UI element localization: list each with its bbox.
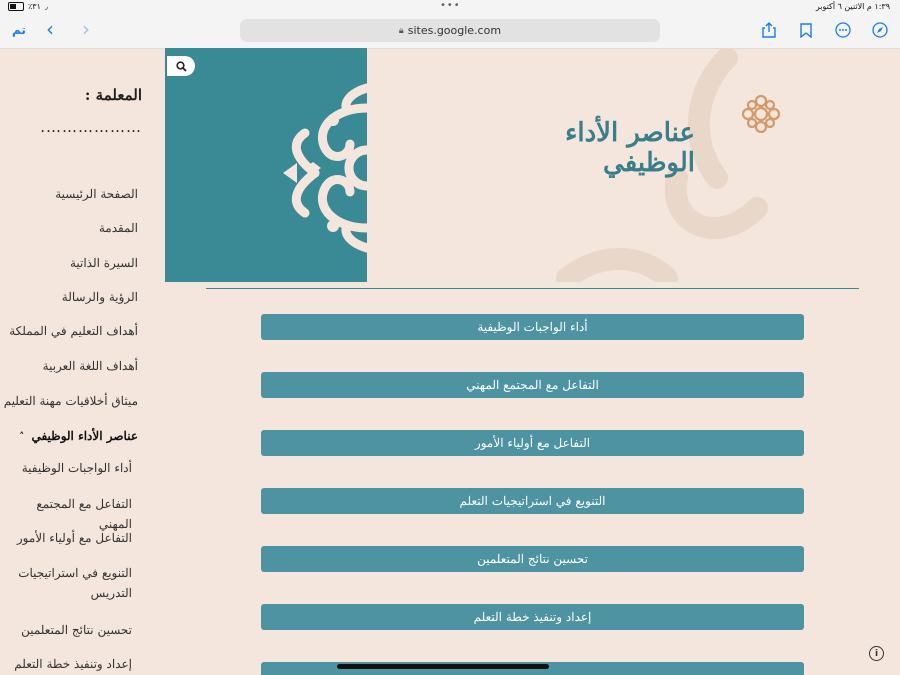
battery-percent: ٪٣١ xyxy=(28,2,41,11)
battery-indicator: ٪٣١ ◞ xyxy=(8,2,48,11)
wifi-icon: ◞ xyxy=(44,2,48,11)
sidebar-item-home[interactable]: الصفحة الرئيسية xyxy=(55,184,138,204)
status-datetime: ١:٣٩ م الاثنين ٦ أكتوبر xyxy=(815,2,890,11)
search-icon xyxy=(175,60,187,72)
professional-community-button[interactable]: التفاعل مع المجتمع المهني xyxy=(261,372,804,398)
sidebar-item-arabic-goals[interactable]: أهداف اللغة العربية xyxy=(43,356,138,376)
browser-toolbar: تم ‹ › 🔒︎ sites.google.com xyxy=(0,14,900,49)
sidebar: المعلمة : ………………. الصفحة الرئيسية المقدم… xyxy=(0,48,150,675)
sidebar-item-introduction[interactable]: المقدمة xyxy=(99,218,138,238)
sidebar-item-vision[interactable]: الرؤية والرسالة xyxy=(62,287,138,307)
learning-strategies-button[interactable]: التنويع في استراتيجيات التعلم xyxy=(261,488,804,514)
address-bar[interactable]: 🔒︎ sites.google.com xyxy=(240,19,660,42)
sidebar-subitem-learning-plan[interactable]: إعداد وتنفيذ خطة التعلم xyxy=(14,654,132,674)
teacher-name: ………………. xyxy=(40,118,142,136)
sidebar-item-education-goals[interactable]: أهداف التعليم في المملكة xyxy=(9,321,138,341)
sidebar-subitem-duties[interactable]: أداء الواجبات الوظيفية xyxy=(22,458,132,478)
forward-icon[interactable]: › xyxy=(82,19,90,39)
compass-icon[interactable] xyxy=(870,20,890,40)
sidebar-subitem-teaching-strategies[interactable]: التنويع في استراتيجيات التدريس xyxy=(14,563,132,603)
chevron-up-icon[interactable]: ˄ xyxy=(19,432,24,443)
arabesque-pattern-icon xyxy=(283,83,367,253)
duties-button[interactable]: أداء الواجبات الوظيفية xyxy=(261,314,804,340)
multitask-dots-icon[interactable]: ••• xyxy=(440,0,461,11)
sidebar-subitem-learner-results[interactable]: تحسين نتائج المتعلمين xyxy=(21,620,132,640)
url-text: sites.google.com xyxy=(407,24,502,37)
home-indicator[interactable] xyxy=(337,664,549,669)
search-button[interactable] xyxy=(167,56,195,76)
back-icon[interactable]: ‹ xyxy=(46,19,54,39)
learner-results-button[interactable]: تحسين نتائج المتعلمين xyxy=(261,546,804,572)
done-button[interactable]: تم xyxy=(12,23,26,37)
sidebar-item-cv[interactable]: السيرة الذاتية xyxy=(70,253,138,273)
share-icon[interactable] xyxy=(759,20,779,40)
bookmark-icon[interactable] xyxy=(796,20,816,40)
banner-decoration xyxy=(165,48,367,282)
status-bar: ٪٣١ ◞ ••• ١:٣٩ م الاثنين ٦ أكتوبر xyxy=(0,0,900,14)
teacher-label: المعلمة : xyxy=(84,86,142,104)
sidebar-subitem-parents[interactable]: التفاعل مع أولياء الأمور xyxy=(17,528,132,548)
sidebar-item-ethics-charter[interactable]: ميثاق أخلاقيات مهنة التعليم xyxy=(4,391,138,411)
learning-plan-button[interactable]: إعداد وتنفيذ خطة التعلم xyxy=(261,604,804,630)
ornament-icon xyxy=(740,93,782,139)
parents-button[interactable]: التفاعل مع أولياء الأمور xyxy=(261,430,804,456)
page-title: عناصر الأداء الوظيفي xyxy=(565,118,695,178)
more-options-icon[interactable] xyxy=(833,20,853,40)
battery-icon xyxy=(8,2,24,11)
sidebar-item-label: عناصر الأداء الوظيفي xyxy=(31,429,138,443)
info-icon[interactable]: i xyxy=(869,646,884,661)
sidebar-item-performance[interactable]: عناصر الأداء الوظيفي ˄ xyxy=(19,426,138,448)
section-divider xyxy=(206,288,859,289)
lock-icon: 🔒︎ xyxy=(398,25,404,36)
